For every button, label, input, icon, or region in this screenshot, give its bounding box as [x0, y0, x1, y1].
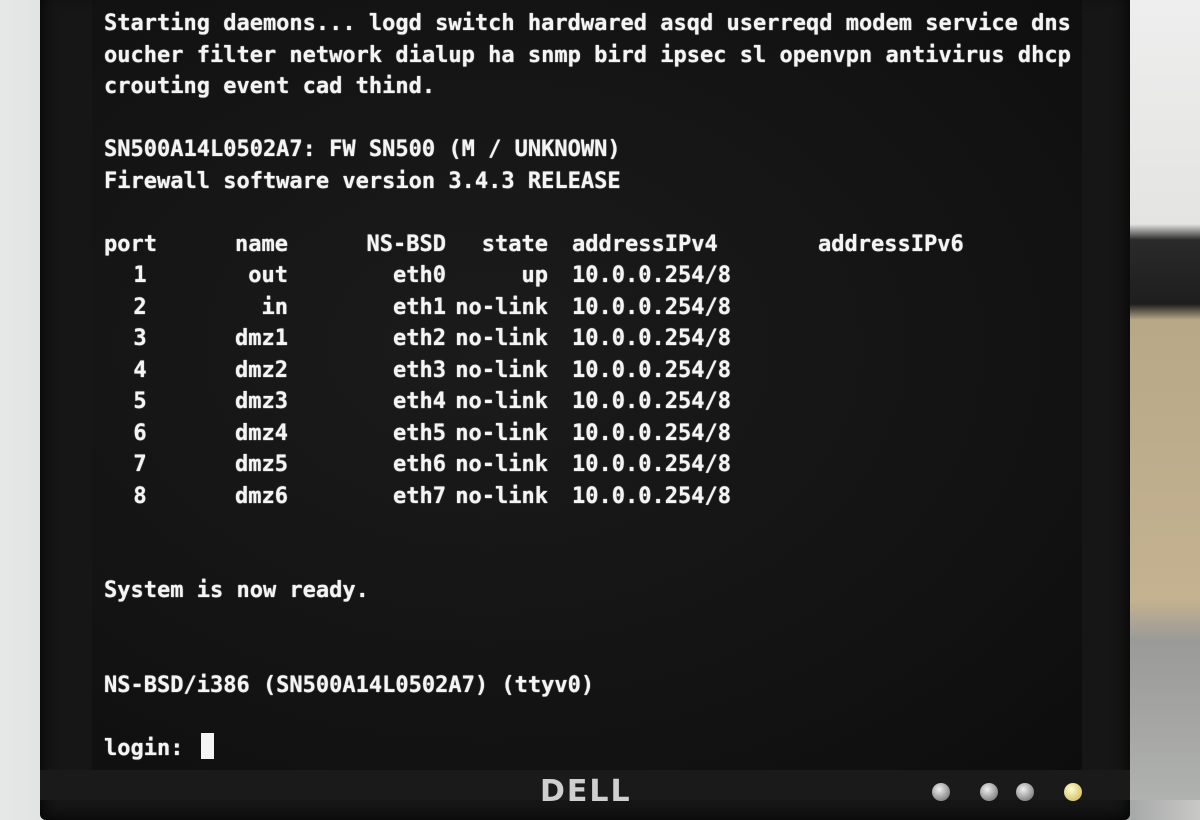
state-cell: no-link — [455, 294, 548, 320]
state-cell: no-link — [455, 420, 548, 446]
port-cell: 7 — [133, 452, 147, 477]
name-cell: dmz6 — [235, 483, 288, 509]
ipv6-cell — [818, 292, 968, 324]
daemons-line-2: oucher filter network dialup ha snmp bir… — [104, 42, 1082, 68]
terminal-screen[interactable]: Starting daemons... logd switch hardware… — [92, 0, 1082, 770]
ipv4-cell: 10.0.0.254/8 — [572, 483, 731, 509]
ipv4-cell: 10.0.0.254/8 — [572, 389, 731, 414]
name-cell: dmz4 — [235, 420, 288, 446]
ipv6-cell — [818, 481, 968, 513]
power-led-icon[interactable] — [1064, 783, 1082, 801]
nsbsd-cell: eth5 — [393, 420, 446, 446]
port-cell: 6 — [133, 420, 147, 446]
table-row: 1 out eth0 up 10.0.0.254/8 — [104, 260, 968, 292]
login-line[interactable]: login: — [104, 732, 1076, 765]
ipv4-cell: 10.0.0.254/8 — [572, 326, 731, 351]
state-cell: no-link — [455, 357, 548, 383]
name-cell: dmz3 — [235, 389, 288, 414]
device-line: SN500A14L0502A7: FW SN500 (M / UNKNOWN) — [104, 137, 621, 162]
table-row: 6 dmz4 eth5 no-link 10.0.0.254/8 — [104, 418, 968, 450]
ipv6-cell — [818, 386, 968, 418]
state-cell: up — [521, 263, 549, 288]
state-cell: no-link — [455, 483, 548, 509]
port-cell: 3 — [133, 326, 147, 351]
header-name: name — [235, 231, 288, 257]
header-ipv4: addressIPv4 — [572, 231, 718, 257]
table-row: 7 dmz5 eth6 no-link 10.0.0.254/8 — [104, 449, 968, 481]
ports-table: port name NS-BSD state addressIPv4 addre… — [104, 229, 968, 513]
name-cell: dmz2 — [235, 357, 288, 383]
block-cursor-icon — [200, 732, 214, 759]
ipv4-cell: 10.0.0.254/8 — [572, 452, 731, 477]
monitor-button-icon[interactable] — [932, 783, 950, 801]
version-line: Firewall software version 3.4.3 RELEASE — [104, 168, 621, 194]
header-nsbsd: NS-BSD — [366, 231, 446, 257]
ipv4-cell: 10.0.0.254/8 — [572, 357, 731, 383]
state-cell: no-link — [455, 389, 548, 414]
name-cell: in — [261, 294, 289, 320]
state-cell: no-link — [455, 452, 548, 477]
name-cell: dmz5 — [235, 452, 288, 477]
ports-table-header: port name NS-BSD state addressIPv4 addre… — [104, 229, 968, 261]
ports-table-body: 1 out eth0 up 10.0.0.254/8 2 in eth1 no-link 10.0… — [104, 260, 968, 512]
console-output: Starting daemons... logd switch hardware… — [104, 8, 1076, 764]
table-row: 4 dmz2 eth3 no-link 10.0.0.254/8 — [104, 355, 968, 387]
tty-banner: NS-BSD/i386 (SN500A14L0502A7) (ttyv0) — [104, 672, 595, 698]
ipv6-cell — [818, 260, 968, 292]
ipv6-cell — [818, 323, 968, 355]
nsbsd-cell: eth4 — [393, 389, 446, 414]
name-cell: out — [248, 263, 288, 288]
ready-message: System is now ready. — [104, 578, 369, 603]
ipv6-cell — [818, 355, 968, 387]
port-cell: 2 — [133, 294, 147, 320]
table-row: 2 in eth1 no-link 10.0.0.254/8 — [104, 292, 968, 324]
monitor-button-icon[interactable] — [1016, 783, 1034, 801]
header-state: state — [481, 231, 548, 257]
ipv4-cell: 10.0.0.254/8 — [572, 294, 731, 320]
header-port: port — [104, 231, 157, 257]
table-row: 5 dmz3 eth4 no-link 10.0.0.254/8 — [104, 386, 968, 418]
ipv6-cell — [818, 418, 968, 450]
nsbsd-cell: eth6 — [393, 452, 446, 477]
nsbsd-cell: eth1 — [393, 294, 446, 320]
port-cell: 5 — [133, 389, 147, 414]
table-row: 3 dmz1 eth2 no-link 10.0.0.254/8 — [104, 323, 968, 355]
nsbsd-cell: eth0 — [393, 263, 446, 288]
name-cell: dmz1 — [235, 326, 288, 351]
daemons-line-1: Starting daemons... logd switch hardware… — [104, 11, 1082, 36]
nsbsd-cell: eth2 — [393, 326, 446, 351]
daemons-line-3: crouting event cad thind. — [104, 74, 436, 99]
ipv6-cell — [818, 449, 968, 481]
header-ipv6: addressIPv6 — [818, 231, 964, 257]
background-wall — [1128, 0, 1200, 800]
login-prompt: login: — [104, 735, 184, 761]
state-cell: no-link — [455, 326, 548, 351]
monitor-button-icon[interactable] — [980, 783, 998, 801]
nsbsd-cell: eth3 — [393, 357, 446, 383]
ipv4-cell: 10.0.0.254/8 — [572, 263, 731, 288]
nsbsd-cell: eth7 — [393, 483, 446, 509]
monitor-brand-logo: DELL — [540, 774, 632, 809]
ipv4-cell: 10.0.0.254/8 — [572, 420, 731, 446]
port-cell: 1 — [133, 263, 147, 288]
table-row: 8 dmz6 eth7 no-link 10.0.0.254/8 — [104, 481, 968, 513]
port-cell: 8 — [133, 483, 147, 509]
port-cell: 4 — [133, 357, 147, 383]
